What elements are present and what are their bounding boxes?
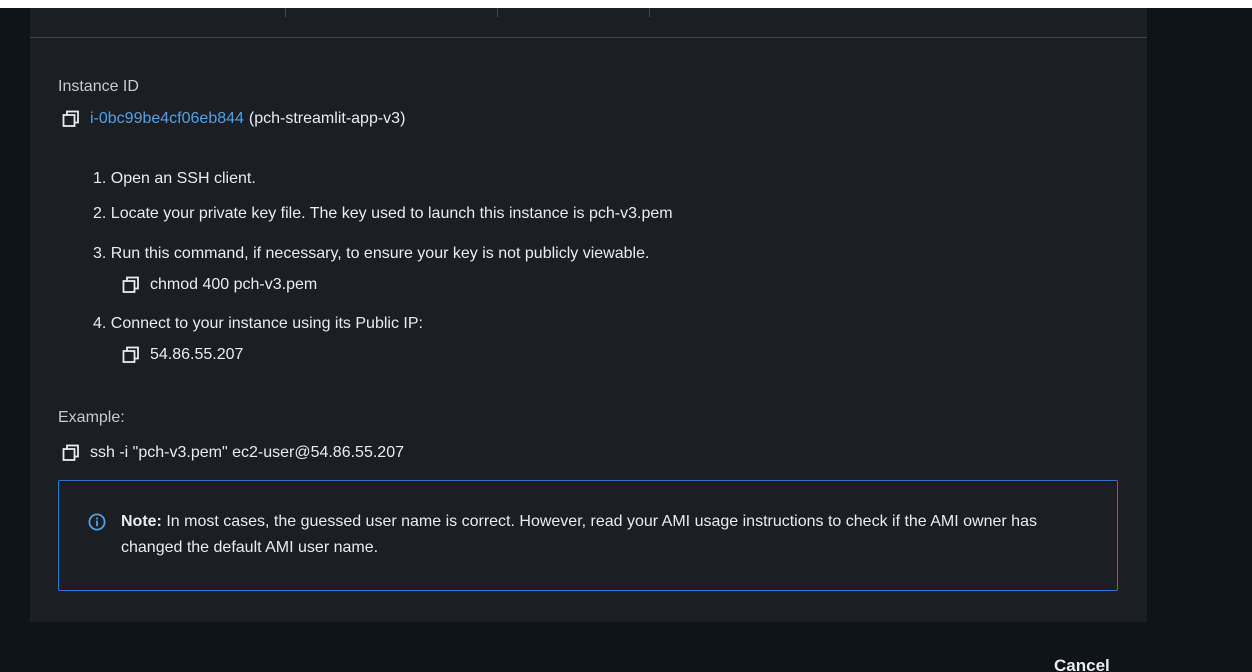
step-3: 3. Run this command, if necessary, to en…	[93, 245, 650, 262]
instance-id-row: i-0bc99be4cf06eb844 (pch-streamlit-app-v…	[62, 110, 405, 128]
top-strip	[0, 0, 1252, 8]
chmod-command: chmod 400 pch-v3.pem	[150, 276, 318, 293]
copy-icon[interactable]	[122, 276, 140, 294]
copy-icon[interactable]	[122, 346, 140, 364]
instance-id-label: Instance ID	[58, 78, 139, 95]
public-ip: 54.86.55.207	[150, 346, 244, 363]
copy-icon[interactable]	[62, 444, 80, 462]
copy-icon[interactable]	[62, 110, 80, 128]
note-bold-label: Note:	[121, 513, 162, 530]
tab-separator	[649, 8, 650, 17]
instance-name: (pch-streamlit-app-v3)	[248, 110, 406, 127]
step-3-code-row: chmod 400 pch-v3.pem	[122, 276, 317, 294]
example-label: Example:	[58, 409, 125, 426]
tab-separator	[497, 8, 498, 17]
note-alert: Note: In most cases, the guessed user na…	[58, 480, 1118, 591]
step-4: 4. Connect to your instance using its Pu…	[93, 315, 423, 332]
example-row: ssh -i "pch-v3.pem" ec2-user@54.86.55.20…	[62, 444, 404, 462]
step-4-code-row: 54.86.55.207	[122, 346, 243, 364]
note-body: In most cases, the guessed user name is …	[121, 513, 1037, 556]
note-text: Note: In most cases, the guessed user na…	[121, 509, 1101, 561]
tabs-row	[30, 8, 1147, 38]
tab-separator	[285, 8, 286, 17]
connect-panel: Instance ID i-0bc99be4cf06eb844 (pch-str…	[30, 8, 1147, 622]
step-2: 2. Locate your private key file. The key…	[93, 205, 673, 222]
info-icon	[88, 513, 106, 531]
cancel-button[interactable]: Cancel	[1054, 656, 1110, 672]
ssh-command: ssh -i "pch-v3.pem" ec2-user@54.86.55.20…	[90, 444, 404, 461]
step-1: 1. Open an SSH client.	[93, 170, 256, 187]
instance-id-link[interactable]: i-0bc99be4cf06eb844	[90, 110, 244, 128]
